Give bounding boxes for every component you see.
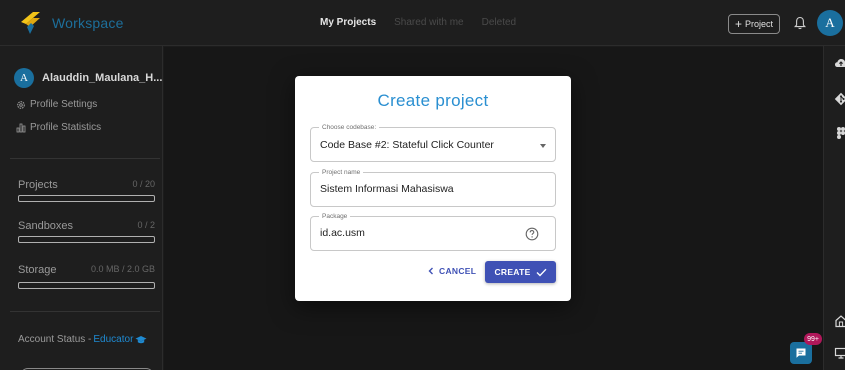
chat-button[interactable] bbox=[790, 342, 812, 364]
progress-bar bbox=[18, 195, 155, 202]
account-status-value: Educator bbox=[93, 334, 134, 345]
nav-tabs: My Projects Shared with me Deleted bbox=[320, 17, 516, 28]
metric-projects: Projects 0 / 20 bbox=[18, 179, 155, 202]
metric-value: 0.0 MB / 2.0 GB bbox=[90, 264, 155, 274]
metric-sandboxes: Sandboxes 0 / 2 bbox=[18, 220, 155, 243]
package-label: Package bbox=[319, 212, 351, 221]
caret-down-icon bbox=[540, 144, 546, 148]
package-field[interactable]: Package bbox=[310, 212, 556, 251]
profile-statistics-label: Profile Statistics bbox=[30, 122, 102, 133]
home-icon[interactable] bbox=[834, 314, 845, 328]
progress-bar bbox=[18, 282, 155, 289]
avatar[interactable]: A bbox=[817, 10, 843, 36]
project-name-field[interactable]: Project name bbox=[310, 168, 556, 207]
create-button[interactable]: CREATE bbox=[485, 261, 556, 283]
check-icon bbox=[536, 268, 547, 277]
monitor-icon[interactable] bbox=[834, 346, 845, 360]
cancel-label: CANCEL bbox=[439, 266, 477, 276]
codebase-label: Choose codebase: bbox=[319, 123, 380, 132]
tab-my-projects[interactable]: My Projects bbox=[320, 17, 376, 28]
graduation-cap-icon bbox=[135, 335, 147, 343]
cancel-button[interactable]: CANCEL bbox=[428, 266, 476, 276]
help-icon[interactable] bbox=[525, 227, 539, 241]
sidebar-avatar: A bbox=[14, 68, 34, 88]
metric-value: 0 / 20 bbox=[132, 179, 155, 189]
account-status-label: Account Status - bbox=[18, 334, 92, 345]
create-label: CREATE bbox=[494, 267, 531, 277]
sidebar-item-profile-settings[interactable]: Profile Settings bbox=[16, 99, 97, 110]
codebase-value: Code Base #2: Stateful Click Counter bbox=[320, 139, 494, 151]
codebase-select[interactable]: Choose codebase: Code Base #2: Stateful … bbox=[310, 123, 556, 162]
metric-label: Sandboxes bbox=[18, 220, 74, 232]
chat-icon bbox=[796, 348, 806, 358]
new-project-label: Project bbox=[745, 19, 774, 29]
metric-value: 0 / 2 bbox=[137, 220, 155, 230]
sidebar-item-profile-statistics[interactable]: Profile Statistics bbox=[16, 122, 101, 133]
profile-settings-label: Profile Settings bbox=[30, 99, 98, 110]
plus-icon: + bbox=[735, 17, 743, 31]
dialog-title: Create project bbox=[377, 91, 489, 110]
project-name-input[interactable] bbox=[320, 183, 520, 195]
top-bar: Workspace My Projects Shared with me Del… bbox=[0, 0, 845, 46]
chevron-left-icon bbox=[428, 267, 433, 275]
figma-icon[interactable] bbox=[834, 126, 845, 140]
bell-icon[interactable] bbox=[794, 16, 806, 30]
metric-label: Projects bbox=[18, 179, 58, 191]
sidebar: A Alauddin_Maulana_H... Profile Settings… bbox=[0, 46, 163, 370]
tab-deleted[interactable]: Deleted bbox=[482, 17, 516, 28]
flutter-logo-icon bbox=[21, 12, 40, 34]
gear-icon bbox=[17, 100, 25, 109]
progress-bar bbox=[18, 236, 155, 243]
username: Alauddin_Maulana_H... bbox=[42, 72, 163, 84]
new-project-button[interactable]: + Project bbox=[728, 14, 781, 34]
bar-chart-icon bbox=[16, 123, 26, 132]
right-rail bbox=[823, 46, 845, 370]
metric-storage: Storage 0.0 MB / 2.0 GB bbox=[18, 264, 155, 289]
create-project-dialog: Create project Choose codebase: Code Bas… bbox=[295, 76, 571, 301]
sidebar-divider bbox=[10, 158, 160, 159]
package-input[interactable] bbox=[320, 227, 500, 239]
tab-shared-with-me[interactable]: Shared with me bbox=[394, 17, 463, 28]
account-status: Account Status - Educator bbox=[18, 334, 147, 345]
cloud-upload-icon[interactable] bbox=[834, 56, 845, 70]
project-name-label: Project name bbox=[319, 168, 364, 177]
git-icon[interactable] bbox=[834, 92, 845, 106]
brand-name: Workspace bbox=[52, 15, 124, 31]
notification-badge: 99+ bbox=[804, 333, 822, 345]
sidebar-divider bbox=[10, 311, 160, 312]
metric-label: Storage bbox=[18, 264, 57, 276]
user-row[interactable]: A Alauddin_Maulana_H... bbox=[14, 68, 162, 88]
brand[interactable]: Workspace bbox=[18, 10, 124, 36]
